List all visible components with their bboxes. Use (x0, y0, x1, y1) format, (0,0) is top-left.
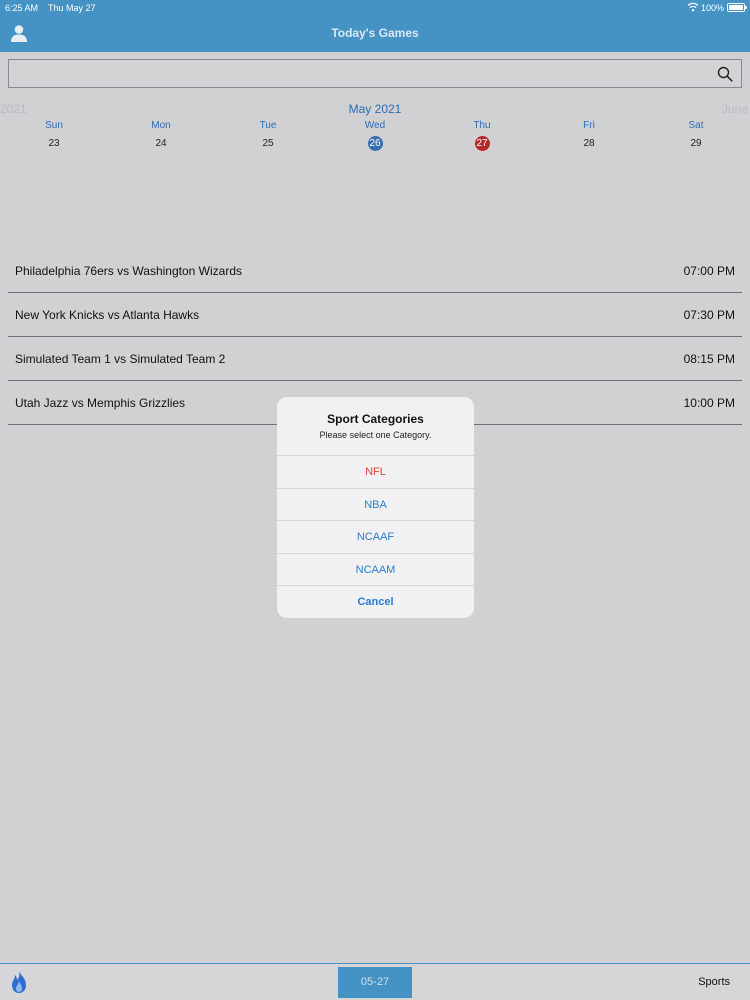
calendar-day-name: Wed (364, 120, 386, 131)
status-time: 6:25 AM (5, 3, 39, 13)
status-bar: 6:25 AM Thu May 27 100% (0, 0, 750, 16)
sport-categories-alert: Sport Categories Please select one Categ… (277, 397, 474, 618)
game-matchup: Simulated Team 1 vs Simulated Team 2 (15, 352, 226, 366)
calendar-day-name: Thu (473, 120, 491, 131)
game-row[interactable]: New York Knicks vs Atlanta Hawks 07:30 P… (8, 293, 742, 337)
search-icon[interactable] (717, 66, 733, 82)
calendar-day-name: Fri (583, 120, 595, 131)
calendar-day[interactable]: Wed 26 (345, 119, 405, 151)
game-time: 07:30 PM (683, 308, 735, 322)
calendar-next-month[interactable]: June (722, 102, 748, 116)
alert-action-ncaam[interactable]: NCAAM (277, 553, 474, 585)
battery-percent: 100% (701, 3, 725, 13)
game-time: 07:00 PM (683, 264, 735, 278)
flame-icon[interactable] (9, 970, 29, 994)
calendar-day-number: 23 (48, 138, 60, 149)
alert-message: Please select one Category. (319, 430, 432, 440)
calendar-day-number: 29 (690, 138, 702, 149)
calendar-day[interactable]: Thu 27 (452, 119, 512, 151)
game-matchup: New York Knicks vs Atlanta Hawks (15, 308, 200, 322)
calendar-month-label: May 2021 (348, 102, 402, 116)
calendar-day[interactable]: Sat 29 (666, 119, 726, 151)
calendar-day-number: 27 (474, 136, 490, 151)
search-input[interactable] (15, 64, 705, 84)
calendar-day[interactable]: Tue 25 (238, 119, 298, 151)
status-date: Thu May 27 (48, 3, 96, 13)
calendar-day-name: Mon (151, 120, 171, 131)
calendar-day-number: 28 (583, 138, 595, 149)
calendar-day-number: 24 (155, 138, 167, 149)
game-matchup: Philadelphia 76ers vs Washington Wizards (15, 264, 242, 278)
game-time: 10:00 PM (683, 396, 735, 410)
calendar-day-name: Sun (45, 120, 63, 131)
calendar-day[interactable]: Sun 23 (24, 119, 84, 151)
wifi-icon (687, 2, 699, 12)
calendar-day-number: 25 (262, 138, 274, 149)
game-time: 08:15 PM (683, 352, 735, 366)
calendar-day-name: Tue (259, 120, 277, 131)
calendar-day-name: Sat (688, 120, 704, 131)
game-row[interactable]: Philadelphia 76ers vs Washington Wizards… (8, 249, 742, 293)
nav-bar: Today's Games (0, 16, 750, 52)
alert-action-nfl[interactable]: NFL (277, 455, 474, 487)
alert-action-nba[interactable]: NBA (277, 488, 474, 520)
search-bar[interactable] (8, 59, 742, 88)
bottom-toolbar: 05-27 Sports (0, 963, 750, 1000)
alert-cancel-button[interactable]: Cancel (277, 585, 474, 617)
calendar-day-number: 26 (367, 136, 383, 151)
game-row[interactable]: Simulated Team 1 vs Simulated Team 2 08:… (8, 337, 742, 381)
calendar-week: Sun 23 Mon 24 Tue 25 Wed 26 Thu 27 Fri 2… (0, 119, 750, 155)
alert-action-ncaaf[interactable]: NCAAF (277, 520, 474, 552)
calendar-day[interactable]: Fri 28 (559, 119, 619, 151)
sports-button[interactable]: Sports (698, 976, 730, 988)
battery-icon (727, 3, 747, 12)
alert-title: Sport Categories (327, 412, 424, 426)
game-matchup: Utah Jazz vs Memphis Grizzlies (15, 396, 186, 410)
page-title: Today's Games (331, 26, 419, 40)
calendar-day[interactable]: Mon 24 (131, 119, 191, 151)
date-button[interactable]: 05-27 (338, 967, 412, 998)
